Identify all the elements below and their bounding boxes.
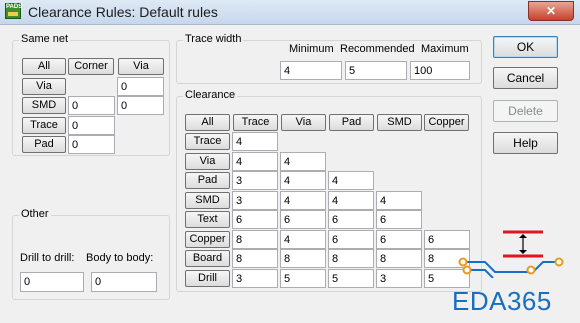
clearance-text-pad-field[interactable]: 6 xyxy=(328,210,374,229)
clearance-text-smd-field[interactable]: 6 xyxy=(376,210,422,229)
clearance-row-board-button[interactable]: Board xyxy=(185,250,230,267)
clearance-pad-pad-field[interactable]: 4 xyxy=(328,171,374,190)
same-net-trace-corner-field[interactable]: 0 xyxy=(68,116,115,135)
clearance-via-via-field[interactable]: 4 xyxy=(280,152,326,171)
recommended-label: Recommended xyxy=(340,43,415,55)
clearance-all-button[interactable]: All xyxy=(185,114,230,131)
trace-width-minimum-field[interactable]: 4 xyxy=(280,61,342,80)
clearance-drill-trace-field[interactable]: 3 xyxy=(232,269,278,288)
clearance-via-trace-field[interactable]: 4 xyxy=(232,152,278,171)
clearance-text-via-field[interactable]: 6 xyxy=(280,210,326,229)
clearance-board-pad-field[interactable]: 8 xyxy=(328,249,374,268)
clearance-text-trace-field[interactable]: 6 xyxy=(232,210,278,229)
clearance-row-copper-button[interactable]: Copper xyxy=(185,231,230,248)
clearance-drill-smd-field[interactable]: 3 xyxy=(376,269,422,288)
clearance-drill-via-field[interactable]: 5 xyxy=(280,269,326,288)
clearance-row-via-button[interactable]: Via xyxy=(185,153,230,170)
ok-button[interactable]: OK xyxy=(493,36,558,58)
same-net-title: Same net xyxy=(19,33,71,45)
eda365-watermark-text: EDA365 xyxy=(452,286,552,316)
clearance-board-via-field[interactable]: 8 xyxy=(280,249,326,268)
clearance-pad-trace-field[interactable]: 3 xyxy=(232,171,278,190)
same-net-all-button[interactable]: All xyxy=(22,58,66,75)
trace-width-maximum-field[interactable]: 100 xyxy=(410,61,470,80)
same-net-row-via[interactable]: Via xyxy=(22,78,66,95)
clearance-smd-via-field[interactable]: 4 xyxy=(280,191,326,210)
body-to-body-field[interactable]: 0 xyxy=(91,272,157,292)
clearance-row-drill-button[interactable]: Drill xyxy=(185,270,230,287)
clearance-row-pad-button[interactable]: Pad xyxy=(185,172,230,189)
clearance-trace-trace-field[interactable]: 4 xyxy=(232,132,278,151)
window-title: Clearance Rules: Default rules xyxy=(28,4,218,20)
clearance-row-smd-button[interactable]: SMD xyxy=(185,192,230,209)
clearance-board-trace-field[interactable]: 8 xyxy=(232,249,278,268)
minimum-label: Minimum xyxy=(289,43,334,55)
trace-width-title: Trace width xyxy=(183,33,244,45)
delete-button[interactable]: Delete xyxy=(493,100,558,122)
clearance-col-via-button[interactable]: Via xyxy=(281,114,326,131)
clearance-col-pad-button[interactable]: Pad xyxy=(329,114,374,131)
clearance-copper-via-field[interactable]: 4 xyxy=(280,230,326,249)
trace-width-recommended-field[interactable]: 5 xyxy=(345,61,407,80)
help-button[interactable]: Help xyxy=(493,132,558,154)
clearance-copper-smd-field[interactable]: 6 xyxy=(376,230,422,249)
clearance-title: Clearance xyxy=(183,89,238,101)
body-to-body-label: Body to body: xyxy=(86,252,154,264)
clearance-col-trace-button[interactable]: Trace xyxy=(233,114,278,131)
maximum-label: Maximum xyxy=(421,43,469,55)
clearance-col-smd-button[interactable]: SMD xyxy=(377,114,422,131)
clearance-board-smd-field[interactable]: 8 xyxy=(376,249,422,268)
same-net-corner-button[interactable]: Corner xyxy=(68,58,114,75)
close-icon: ✕ xyxy=(545,4,557,18)
clearance-row-trace-button[interactable]: Trace xyxy=(185,133,230,150)
same-net-via-button[interactable]: Via xyxy=(118,58,164,75)
drill-to-drill-field[interactable]: 0 xyxy=(20,272,84,292)
eda365-logo-graphic xyxy=(458,230,564,278)
other-title: Other xyxy=(19,208,51,220)
clearance-smd-pad-field[interactable]: 4 xyxy=(328,191,374,210)
clearance-copper-pad-field[interactable]: 6 xyxy=(328,230,374,249)
clearance-row-text-button[interactable]: Text xyxy=(185,211,230,228)
close-button[interactable]: ✕ xyxy=(528,1,574,21)
cancel-button[interactable]: Cancel xyxy=(493,67,558,89)
clearance-pad-via-field[interactable]: 4 xyxy=(280,171,326,190)
clearance-col-copper-button[interactable]: Copper xyxy=(424,114,469,131)
drill-to-drill-label: Drill to drill: xyxy=(20,252,75,264)
same-net-row-smd[interactable]: SMD xyxy=(22,97,66,114)
same-net-smd-via-field[interactable]: 0 xyxy=(117,96,164,115)
clearance-smd-smd-field[interactable]: 4 xyxy=(376,191,422,210)
app-icon-text: PADS xyxy=(6,4,23,10)
clearance-copper-trace-field[interactable]: 8 xyxy=(232,230,278,249)
same-net-smd-corner-field[interactable]: 0 xyxy=(68,96,115,115)
title-bar: PADS Clearance Rules: Default rules ✕ xyxy=(0,0,580,25)
clearance-drill-pad-field[interactable]: 5 xyxy=(328,269,374,288)
same-net-via-via-field[interactable]: 0 xyxy=(117,77,164,96)
clearance-smd-trace-field[interactable]: 3 xyxy=(232,191,278,210)
same-net-row-trace[interactable]: Trace xyxy=(22,117,66,134)
same-net-pad-corner-field[interactable]: 0 xyxy=(68,135,115,154)
pads-app-icon[interactable]: PADS xyxy=(5,3,23,19)
same-net-row-pad[interactable]: Pad xyxy=(22,136,66,153)
